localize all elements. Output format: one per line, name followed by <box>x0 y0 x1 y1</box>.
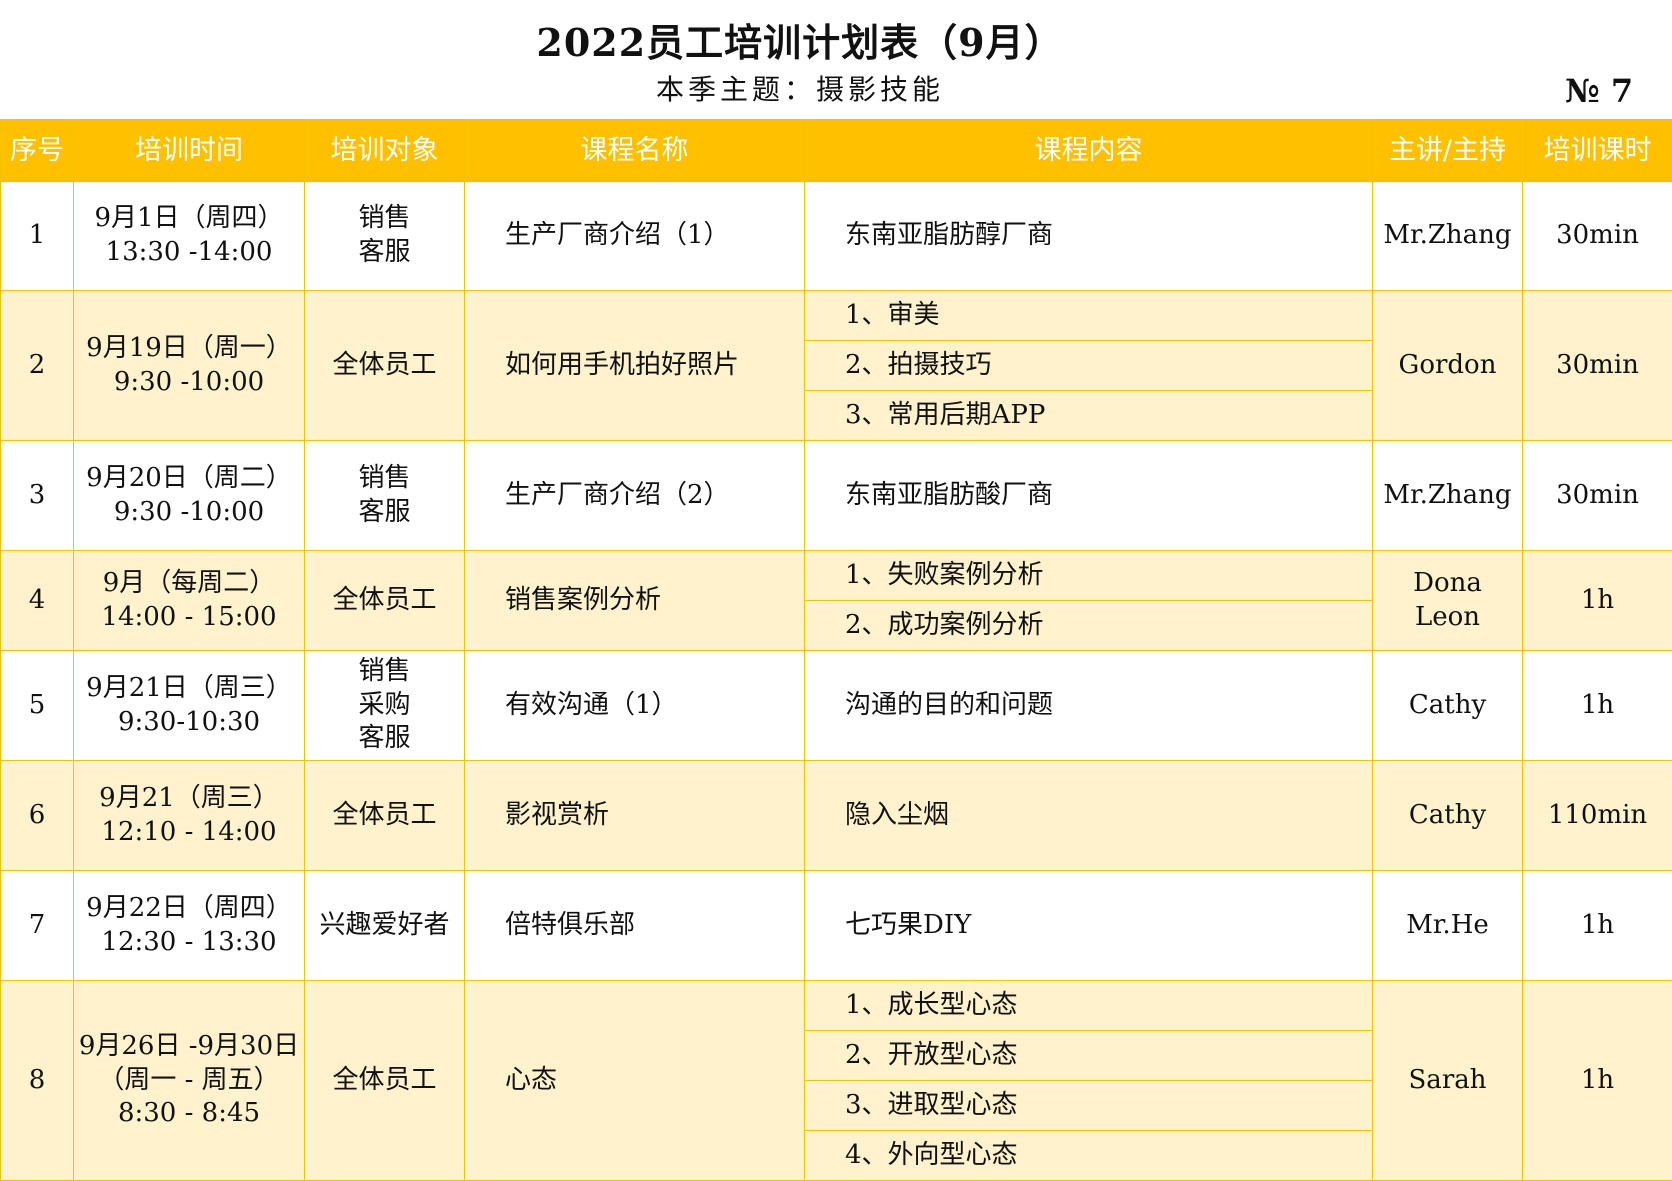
column-header-host: 主讲/主持 <box>1372 119 1523 182</box>
cell-target: 全体员工 <box>304 550 465 651</box>
cell-time: 9月21日（周三） 9:30-10:30 <box>73 650 305 761</box>
document-number: № 7 <box>1565 72 1634 110</box>
table-row: 3 9月20日（周二） 9:30 -10:00 销售 客服 生产厂商介绍（2） … <box>0 440 1672 551</box>
column-header-no: 序号 <box>0 119 74 182</box>
cell-target: 销售 客服 <box>304 181 465 291</box>
cell-host: Dona Leon <box>1372 550 1523 651</box>
cell-target: 兴趣爱好者 <box>304 870 465 981</box>
cell-content: 1、成长型心态 <box>804 980 1373 1031</box>
column-header-hours: 培训课时 <box>1522 119 1672 182</box>
table-header-row: 序号 培训时间 培训对象 课程名称 课程内容 主讲/主持 培训课时 <box>0 119 1672 182</box>
table-row: 4 9月（每周二） 14:00 - 15:00 全体员工 销售案例分析 1、失败… <box>0 550 1672 651</box>
cell-hours: 110min <box>1522 760 1672 871</box>
cell-hours: 30min <box>1522 440 1672 551</box>
cell-time: 9月1日（周四） 13:30 -14:00 <box>73 181 305 291</box>
cell-hours: 30min <box>1522 290 1672 441</box>
cell-content: 隐入尘烟 <box>804 760 1373 871</box>
page-subtitle: 本季主题：摄影技能 <box>655 73 944 106</box>
cell-host: Mr.He <box>1372 870 1523 981</box>
page-title: 2022员工培训计划表（9月） <box>536 20 1064 65</box>
table-row: 6 9月21（周三） 12:10 - 14:00 全体员工 影视赏析 隐入尘烟 … <box>0 760 1672 871</box>
table-row: 7 9月22日（周四） 12:30 - 13:30 兴趣爱好者 倍特俱乐部 七巧… <box>0 870 1672 981</box>
cell-content: 4、外向型心态 <box>804 1130 1373 1181</box>
cell-content: 2、拍摄技巧 <box>804 340 1373 391</box>
cell-time: 9月（每周二） 14:00 - 15:00 <box>73 550 305 651</box>
cell-host: Gordon <box>1372 290 1523 441</box>
cell-host: Sarah <box>1372 980 1523 1181</box>
cell-course: 有效沟通（1） <box>464 650 805 761</box>
cell-content: 3、进取型心态 <box>804 1080 1373 1131</box>
cell-content: 七巧果DIY <box>804 870 1373 981</box>
cell-content: 东南亚脂肪酸厂商 <box>804 440 1373 551</box>
cell-host: Cathy <box>1372 760 1523 871</box>
cell-course: 生产厂商介绍（1） <box>464 181 805 291</box>
cell-time: 9月19日（周一） 9:30 -10:00 <box>73 290 305 441</box>
column-header-target: 培训对象 <box>304 119 465 182</box>
cell-no: 2 <box>0 290 74 441</box>
cell-no: 6 <box>0 760 74 871</box>
cell-no: 5 <box>0 650 74 761</box>
cell-no: 8 <box>0 980 74 1181</box>
cell-hours: 1h <box>1522 650 1672 761</box>
cell-time: 9月22日（周四） 12:30 - 13:30 <box>73 870 305 981</box>
table-row: 1 9月1日（周四） 13:30 -14:00 销售 客服 生产厂商介绍（1） … <box>0 181 1672 291</box>
cell-hours: 1h <box>1522 980 1672 1181</box>
cell-time: 9月26日 -9月30日 （周一 - 周五） 8:30 - 8:45 <box>73 980 305 1181</box>
cell-content: 1、审美 <box>804 290 1373 341</box>
column-header-course: 课程名称 <box>464 119 805 182</box>
cell-course: 影视赏析 <box>464 760 805 871</box>
cell-target: 销售 采购 客服 <box>304 650 465 761</box>
cell-course: 倍特俱乐部 <box>464 870 805 981</box>
training-schedule-table: 序号 培训时间 培训对象 课程名称 课程内容 主讲/主持 培训课时 1 9月1日… <box>0 119 1672 1181</box>
cell-no: 4 <box>0 550 74 651</box>
cell-target: 销售 客服 <box>304 440 465 551</box>
cell-host: Mr.Zhang <box>1372 440 1523 551</box>
cell-no: 3 <box>0 440 74 551</box>
cell-hours: 1h <box>1522 870 1672 981</box>
cell-hours: 30min <box>1522 181 1672 291</box>
table-row: 8 9月26日 -9月30日 （周一 - 周五） 8:30 - 8:45 全体员… <box>0 980 1672 1181</box>
cell-course: 心态 <box>464 980 805 1181</box>
cell-content: 2、成功案例分析 <box>804 600 1373 651</box>
cell-no: 7 <box>0 870 74 981</box>
cell-host: Mr.Zhang <box>1372 181 1523 291</box>
cell-content: 3、常用后期APP <box>804 390 1373 441</box>
column-header-content: 课程内容 <box>804 119 1373 182</box>
cell-target: 全体员工 <box>304 980 465 1181</box>
cell-content: 沟通的目的和问题 <box>804 650 1373 761</box>
cell-hours: 1h <box>1522 550 1672 651</box>
table-row: 5 9月21日（周三） 9:30-10:30 销售 采购 客服 有效沟通（1） … <box>0 650 1672 761</box>
table-row: 2 9月19日（周一） 9:30 -10:00 全体员工 如何用手机拍好照片 1… <box>0 290 1672 441</box>
cell-time: 9月21（周三） 12:10 - 14:00 <box>73 760 305 871</box>
cell-course: 销售案例分析 <box>464 550 805 651</box>
cell-target: 全体员工 <box>304 290 465 441</box>
cell-time: 9月20日（周二） 9:30 -10:00 <box>73 440 305 551</box>
cell-target: 全体员工 <box>304 760 465 871</box>
cell-course: 如何用手机拍好照片 <box>464 290 805 441</box>
column-header-time: 培训时间 <box>73 119 305 182</box>
cell-content: 2、开放型心态 <box>804 1030 1373 1081</box>
cell-content: 东南亚脂肪醇厂商 <box>804 181 1373 291</box>
cell-course: 生产厂商介绍（2） <box>464 440 805 551</box>
cell-host: Cathy <box>1372 650 1523 761</box>
cell-no: 1 <box>0 181 74 291</box>
cell-content: 1、失败案例分析 <box>804 550 1373 601</box>
